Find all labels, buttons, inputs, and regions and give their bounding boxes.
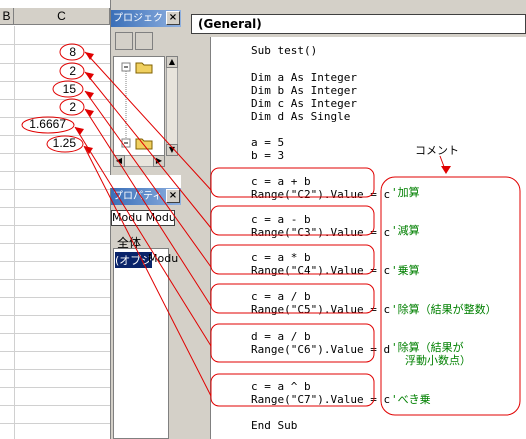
code-line: Range("C6").Value = d: [251, 343, 391, 356]
property-value[interactable]: Modu: [148, 252, 178, 265]
code-line: Dim b As Integer: [251, 84, 357, 97]
properties-panel-title: プロパティ - M ×: [111, 188, 181, 205]
code-comment: '加算: [391, 186, 420, 199]
cell-c7[interactable]: 1.25: [6, 136, 76, 150]
code-line: End Sub: [251, 419, 298, 432]
project-hscrollbar[interactable]: ◀ ▶: [113, 155, 165, 167]
code-line: Range("C5").Value = c: [251, 303, 391, 316]
scroll-up-icon[interactable]: ▲: [166, 56, 178, 68]
property-grid[interactable]: (オブジ Modu: [113, 248, 178, 439]
view-code-button[interactable]: [115, 32, 133, 50]
code-comment: 浮動小数点）: [405, 354, 471, 367]
grid-line: [0, 387, 110, 388]
object-dropdown[interactable]: (General): [191, 14, 526, 34]
cell-c4[interactable]: 15: [6, 82, 76, 96]
grid-line: [0, 207, 110, 208]
cell-c3[interactable]: 2: [6, 64, 76, 78]
folder-icon: [135, 62, 153, 74]
properties-panel: プロパティ - M × Modu Modu 全体 (オブジ Modu: [110, 188, 181, 439]
code-comment: '除算（結果が: [391, 341, 464, 354]
code-line: c = a * b: [251, 251, 311, 264]
cell-c6[interactable]: 1.6667: [0, 117, 66, 131]
code-line: Range("C4").Value = c: [251, 264, 391, 277]
code-line: a = 5: [251, 136, 285, 149]
cell-c2[interactable]: 8: [6, 45, 76, 59]
folder-icon: [135, 138, 153, 150]
spreadsheet: B C 8 2 15 2 1.6667 1.25: [0, 0, 110, 439]
code-line: c = a + b: [251, 175, 311, 188]
grid-line: [0, 171, 110, 172]
grid-line: [0, 369, 110, 370]
project-panel-title: プロジェクト - ×: [111, 10, 181, 27]
column-header-b[interactable]: B: [0, 8, 14, 25]
view-object-button[interactable]: [135, 32, 153, 50]
comment-annotation-label: コメント: [415, 144, 459, 157]
code-line: Sub test(): [251, 44, 318, 57]
project-scrollbar[interactable]: ▲ ▼: [166, 56, 178, 156]
code-line: c = a / b: [251, 290, 311, 303]
grid-line: [0, 315, 110, 316]
code-line: Range("C7").Value = c: [251, 393, 391, 406]
grid-line: [0, 405, 110, 406]
grid-line: [0, 189, 110, 190]
code-line: c = a ^ b: [251, 380, 311, 393]
close-icon[interactable]: ×: [166, 11, 180, 25]
grid-line: [0, 225, 110, 226]
code-line: Dim d As Single: [251, 110, 351, 123]
grid-line: [0, 279, 110, 280]
property-name[interactable]: (オブジ: [115, 252, 153, 268]
tree-icons: [121, 62, 153, 150]
code-window: (General) Sub test() Dim a As Integer Di…: [181, 0, 526, 439]
scroll-left-icon[interactable]: ◀: [113, 155, 125, 167]
code-comment: '除算（結果が整数）: [391, 303, 497, 316]
code-line: Dim c As Integer: [251, 97, 357, 110]
close-icon[interactable]: ×: [166, 189, 180, 203]
grid-line: [0, 423, 110, 424]
object-combo[interactable]: Modu Modu: [111, 210, 175, 226]
grid-line: [0, 153, 110, 154]
grid-line: [0, 333, 110, 334]
scroll-right-icon[interactable]: ▶: [153, 155, 165, 167]
column-header-c[interactable]: C: [14, 8, 110, 25]
code-editor[interactable]: Sub test() Dim a As Integer Dim b As Int…: [210, 37, 526, 439]
project-tree[interactable]: [113, 56, 165, 156]
grid-line: [0, 243, 110, 244]
project-explorer-panel: プロジェクト - × ▲ ▼ ◀ ▶: [110, 0, 181, 175]
code-comment: 'べき乗: [391, 393, 431, 406]
cell-c5[interactable]: 2: [6, 100, 76, 114]
code-comment: '乗算: [391, 264, 420, 277]
code-line: c = a - b: [251, 213, 311, 226]
code-line: d = a / b: [251, 330, 311, 343]
code-line: Range("C3").Value = c: [251, 226, 391, 239]
scroll-down-icon[interactable]: ▼: [166, 144, 178, 156]
code-line: Dim a As Integer: [251, 71, 357, 84]
grid-line: [0, 261, 110, 262]
code-line: b = 3: [251, 149, 285, 162]
code-comment: '減算: [391, 224, 420, 237]
grid-line: [0, 297, 110, 298]
grid-line: [0, 351, 110, 352]
code-line: Range("C2").Value = c: [251, 188, 391, 201]
